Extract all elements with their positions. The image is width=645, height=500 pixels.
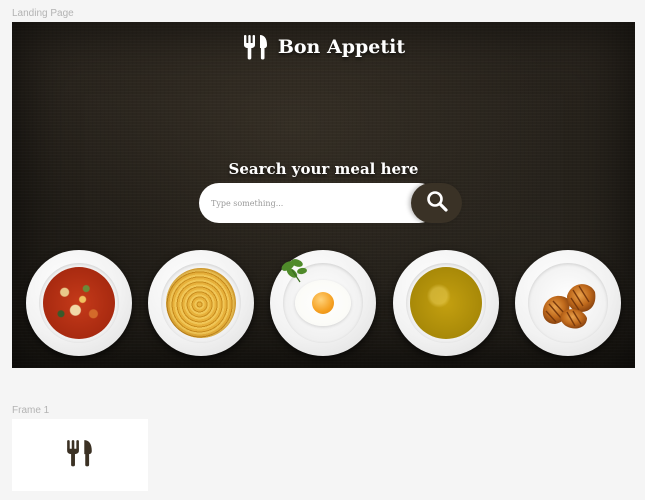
- search-bar: [199, 183, 462, 223]
- brand-name: Bon Appetit: [277, 36, 406, 58]
- herb-garnish-icon: [281, 259, 307, 283]
- plate-inner: [161, 263, 241, 343]
- search-heading: Search your meal here: [228, 160, 419, 178]
- plate-yellow-soup[interactable]: [393, 250, 499, 356]
- frame-label-frame-1[interactable]: Frame 1: [12, 405, 49, 416]
- search-button[interactable]: [411, 183, 462, 223]
- plate-spaghetti[interactable]: [148, 250, 254, 356]
- brand: Bon Appetit: [12, 34, 635, 60]
- vegetable-soup-image: [43, 267, 115, 339]
- plate-inner: [528, 263, 608, 343]
- frame-label-landing-page[interactable]: Landing Page: [12, 8, 74, 19]
- plate-fried-egg[interactable]: [270, 250, 376, 356]
- yellow-soup-image: [410, 267, 482, 339]
- plate-inner: [406, 263, 486, 343]
- plate-croissants[interactable]: [515, 250, 621, 356]
- spaghetti-image: [166, 268, 236, 338]
- landing-page-frame: Bon Appetit Search your meal here: [12, 22, 635, 368]
- plate-inner: [39, 263, 119, 343]
- search-input[interactable]: [199, 183, 439, 223]
- fried-egg-image: [295, 280, 351, 326]
- egg-yolk: [312, 292, 334, 314]
- croissants-image: [542, 284, 596, 329]
- fork-knife-icon: [65, 439, 95, 472]
- fork-knife-icon: [242, 34, 270, 60]
- plate-vegetable-soup[interactable]: [26, 250, 132, 356]
- search-icon: [426, 190, 448, 217]
- frame-1: [12, 419, 148, 491]
